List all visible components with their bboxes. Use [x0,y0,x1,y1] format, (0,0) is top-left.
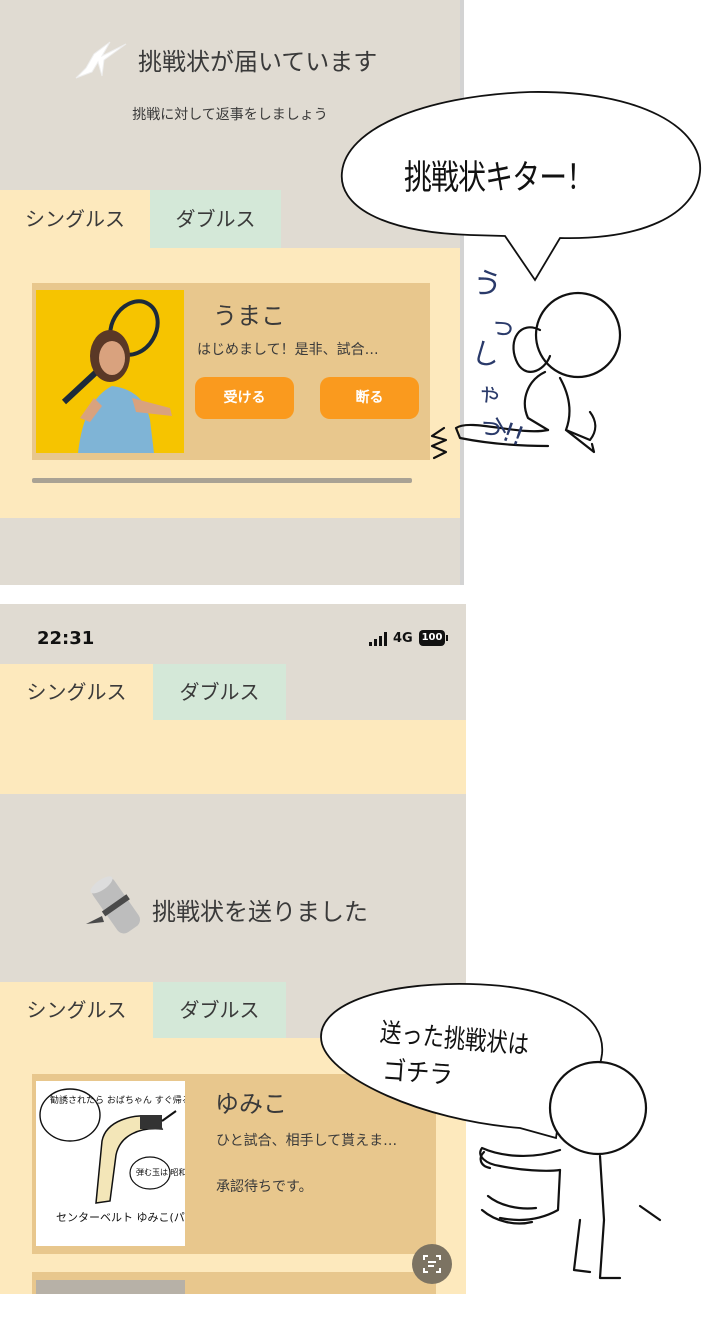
battery-icon: 100 [419,630,445,646]
svg-text:う: う [468,264,506,306]
empty-list [0,720,466,794]
svg-text:っ!!: っ!! [474,408,528,452]
svg-text:し: し [468,335,504,374]
cheering-figure [430,291,622,460]
network-label: 4G [393,631,413,646]
scroll-letter-icon [86,876,140,934]
tab-doubles-top[interactable]: ダブルス [153,664,286,720]
signal-icon [369,632,387,646]
status-bar: 22:31 4G 100 [0,604,466,672]
tab-singles-top[interactable]: シングルス [0,664,153,720]
sent-title: 挑戦状を送りました [152,898,368,926]
tab-bar-top: シングルス ダブルス [0,664,460,720]
battery-nub [446,635,448,641]
svg-text:ゃ: ゃ [473,376,507,412]
bubble-2-text-line2: ゴチラ [381,1055,454,1091]
speech-bubble-1: う っ し ゃ ー っ!! [340,91,701,460]
speech-bubble-2 [320,983,662,1280]
status-time: 22:31 [37,628,95,649]
bubble-1-text: 挑戦状キター！ [404,158,594,198]
